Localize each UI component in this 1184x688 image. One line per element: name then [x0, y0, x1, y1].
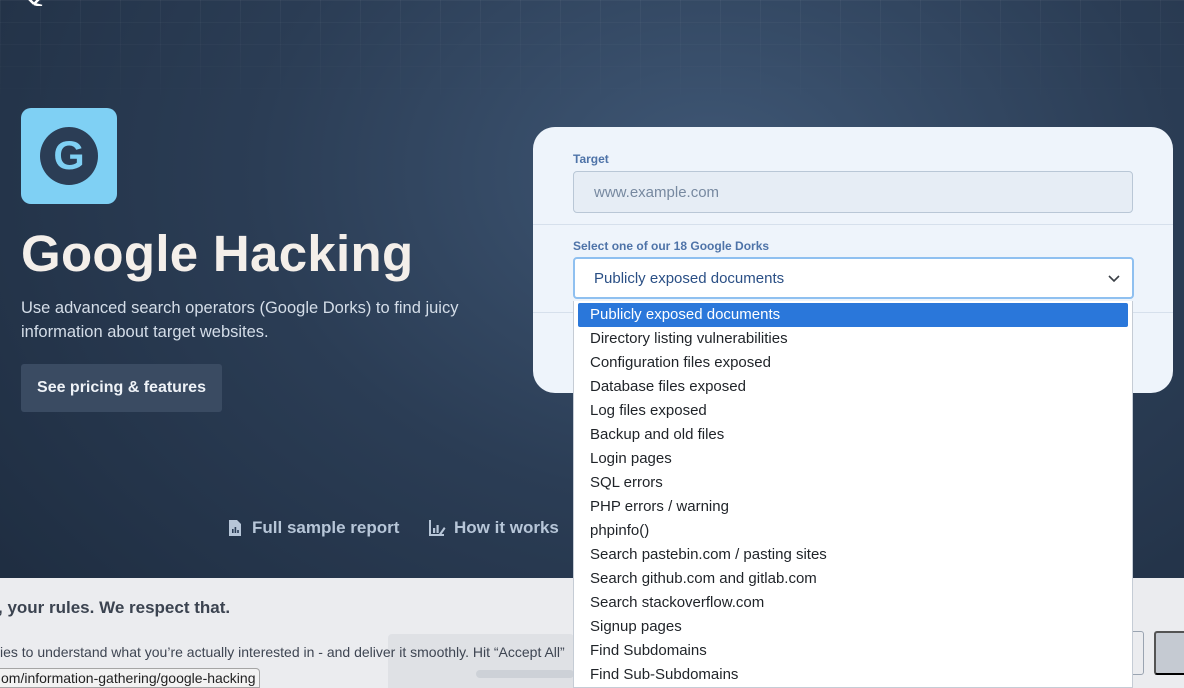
page-title: Google Hacking	[21, 225, 414, 282]
cookie-scroll-area	[388, 634, 574, 688]
cookie-title: , your rules. We respect that.	[0, 598, 231, 617]
target-section: Target	[533, 127, 1173, 225]
dork-select[interactable]: Publicly exposed documents	[573, 257, 1134, 299]
dork-options-list[interactable]: Publicly exposed documents Directory list…	[573, 301, 1133, 688]
dork-option[interactable]: PHP errors / warning	[578, 495, 1128, 519]
full-sample-report-link[interactable]: Full sample report	[226, 518, 399, 538]
dork-option[interactable]: Publicly exposed documents	[578, 303, 1128, 327]
chart-edit-icon	[429, 520, 446, 536]
dork-option[interactable]: Configuration files exposed	[578, 351, 1128, 375]
dork-option[interactable]: Find Sub-Subdomains	[578, 663, 1128, 687]
dork-option[interactable]: Signup pages	[578, 615, 1128, 639]
cookie-accept-button[interactable]	[1154, 631, 1184, 675]
full-sample-report-label: Full sample report	[252, 518, 400, 537]
dork-option[interactable]: Search pastebin.com / pasting sites	[578, 543, 1128, 567]
dork-option[interactable]: Search stackoverflow.com	[578, 591, 1128, 615]
document-chart-icon	[229, 520, 241, 536]
dork-option[interactable]: Directory listing vulnerabilities	[578, 327, 1128, 351]
how-it-works-label: How it works	[454, 518, 559, 537]
cookie-text: ies to understand what you’re actually i…	[0, 644, 565, 660]
pricing-features-button[interactable]: See pricing & features	[21, 364, 222, 412]
dork-select-value: Publicly exposed documents	[594, 269, 785, 287]
dork-option[interactable]: Find Subdomains	[578, 639, 1128, 663]
target-label: Target	[573, 152, 609, 166]
page-description: Use advanced search operators (Google Do…	[21, 299, 459, 341]
google-hacking-app-icon: G	[21, 108, 117, 204]
dork-option[interactable]: Backup and old files	[578, 423, 1128, 447]
chevron-down-icon	[1108, 275, 1120, 283]
dork-option[interactable]: Login pages	[578, 447, 1128, 471]
how-it-works-link[interactable]: How it works	[428, 518, 559, 538]
target-input[interactable]	[573, 171, 1133, 213]
dork-option[interactable]: Search github.com and gitlab.com	[578, 567, 1128, 591]
dork-select-label: Select one of our 18 Google Dorks	[573, 239, 770, 253]
cookie-scrollbar[interactable]	[476, 670, 574, 678]
status-url-tooltip: om/information-gathering/google-hacking	[0, 668, 261, 688]
dork-option[interactable]: Log files exposed	[578, 399, 1128, 423]
dork-option[interactable]: phpinfo()	[578, 519, 1128, 543]
x-logo-icon[interactable]	[22, 0, 46, 6]
dork-option[interactable]: SQL errors	[578, 471, 1128, 495]
grid-background	[0, 0, 1184, 110]
dork-option[interactable]: Database files exposed	[578, 375, 1128, 399]
g-letter-icon: G	[40, 127, 98, 185]
